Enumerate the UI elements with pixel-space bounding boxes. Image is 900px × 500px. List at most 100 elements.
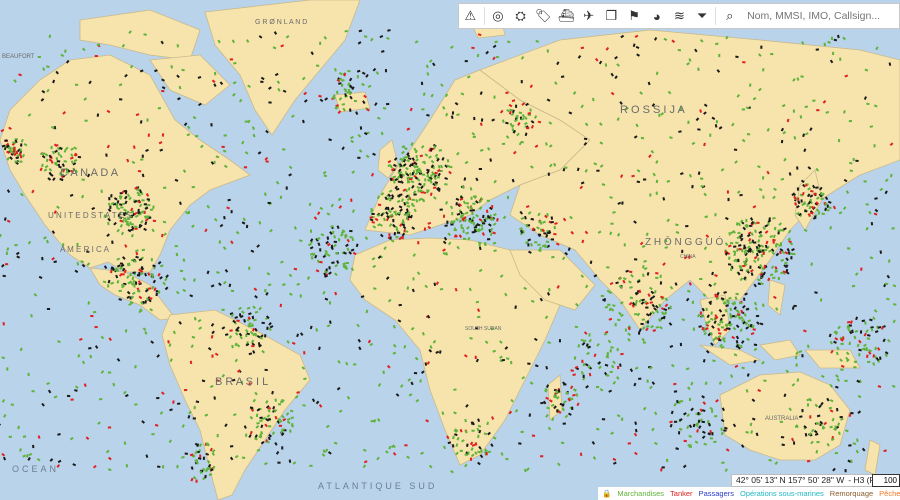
vessel-marker[interactable] [158, 290, 161, 294]
alert-icon[interactable]: ⚠ [459, 4, 482, 28]
vessel-marker[interactable] [50, 145, 53, 150]
vessel-marker[interactable] [285, 186, 288, 190]
vessel-marker[interactable] [595, 385, 600, 389]
vessel-marker[interactable] [417, 189, 420, 193]
vessel-marker[interactable] [455, 202, 458, 206]
vessel-marker[interactable] [84, 119, 88, 122]
vessel-marker[interactable] [705, 321, 708, 325]
vessel-marker[interactable] [147, 133, 151, 137]
vessel-marker[interactable] [540, 455, 544, 458]
vessel-marker[interactable] [421, 173, 426, 176]
vessel-marker[interactable] [831, 51, 835, 56]
vessel-marker[interactable] [75, 83, 79, 86]
vessel-marker[interactable] [555, 390, 558, 394]
vessel-marker[interactable] [472, 202, 476, 205]
vessel-marker[interactable] [133, 284, 136, 288]
vessel-marker[interactable] [763, 265, 766, 269]
vessel-marker[interactable] [529, 108, 532, 112]
tag-icon[interactable]: 🏷 [532, 4, 555, 28]
vessel-marker[interactable] [333, 240, 337, 244]
filter-icon[interactable]: ⏷ [691, 4, 714, 28]
vessel-marker[interactable] [624, 328, 628, 332]
vessel-marker[interactable] [277, 461, 281, 464]
vessel-marker[interactable] [515, 104, 518, 108]
vessel-marker[interactable] [582, 374, 585, 378]
vessel-marker[interactable] [315, 64, 320, 67]
vessel-marker[interactable] [634, 313, 638, 316]
vessel-marker[interactable] [607, 303, 611, 306]
vessel-marker[interactable] [349, 229, 353, 233]
vessel-marker[interactable] [433, 186, 437, 189]
vessel-marker[interactable] [692, 327, 696, 331]
vessel-marker[interactable] [415, 155, 418, 159]
vessel-marker[interactable] [387, 206, 390, 211]
vessel-marker[interactable] [633, 258, 638, 261]
vessel-marker[interactable] [459, 449, 463, 453]
vessel-marker[interactable] [605, 374, 610, 377]
vessel-marker[interactable] [12, 149, 16, 153]
vessel-marker[interactable] [777, 276, 780, 281]
vessel-marker[interactable] [779, 250, 782, 255]
vessel-marker[interactable] [473, 116, 476, 121]
vessel-marker[interactable] [848, 119, 853, 123]
vessel-marker[interactable] [264, 368, 268, 372]
vessel-marker[interactable] [743, 260, 747, 263]
vessel-marker[interactable] [417, 241, 420, 245]
vessel-marker[interactable] [359, 126, 363, 130]
vessel-marker[interactable] [433, 145, 436, 149]
vessel-marker[interactable] [14, 244, 18, 247]
vessel-marker[interactable] [121, 273, 125, 276]
vessel-marker[interactable] [547, 172, 550, 176]
vessel-marker[interactable] [230, 289, 235, 292]
vessel-marker[interactable] [761, 176, 765, 180]
vessel-marker[interactable] [816, 441, 820, 444]
vessel-marker[interactable] [700, 315, 705, 318]
vessel-marker[interactable] [436, 176, 440, 179]
vessel-marker[interactable] [274, 398, 277, 402]
vessel-marker[interactable] [879, 356, 882, 360]
vessel-marker[interactable] [866, 360, 871, 363]
vessel-marker[interactable] [184, 389, 188, 392]
vessel-marker[interactable] [229, 445, 234, 448]
vessel-marker[interactable] [614, 323, 617, 327]
vessel-marker[interactable] [261, 321, 265, 325]
vessel-marker[interactable] [371, 212, 375, 216]
vessel-marker[interactable] [6, 367, 9, 371]
vessel-marker[interactable] [858, 353, 861, 357]
vessel-marker[interactable] [442, 214, 446, 218]
vessel-marker[interactable] [800, 199, 803, 203]
flag-icon[interactable]: ⚑ [623, 4, 646, 28]
vessel-marker[interactable] [745, 218, 748, 223]
vessel-marker[interactable] [179, 269, 184, 273]
vessel-marker[interactable] [850, 411, 854, 415]
vessel-marker[interactable] [330, 225, 334, 228]
vessel-marker[interactable] [718, 53, 721, 58]
vessel-marker[interactable] [392, 218, 395, 223]
vessel-marker[interactable] [493, 95, 496, 99]
vessel-marker[interactable] [749, 265, 752, 269]
vessel-marker[interactable] [41, 256, 44, 261]
vessel-marker[interactable] [730, 267, 733, 271]
vessel-marker[interactable] [14, 160, 18, 163]
fleet-icon[interactable]: ⛭ [509, 4, 532, 28]
vessel-marker[interactable] [411, 198, 415, 202]
vessel-marker[interactable] [610, 222, 614, 225]
vessel-marker[interactable] [55, 144, 59, 147]
vessel-marker[interactable] [755, 314, 760, 318]
vessel-marker[interactable] [309, 464, 313, 467]
vessel-marker[interactable] [801, 408, 804, 413]
vessel-marker[interactable] [553, 225, 556, 230]
vessel-marker[interactable] [451, 211, 454, 216]
vessel-marker[interactable] [424, 178, 427, 182]
vessel-marker[interactable] [506, 195, 509, 200]
vessel-marker[interactable] [346, 91, 351, 94]
cluster-icon[interactable]: ◎ [487, 4, 510, 28]
vessel-marker[interactable] [398, 303, 402, 307]
vessel-marker[interactable] [121, 283, 125, 287]
plane-icon[interactable]: ✈ [577, 4, 600, 28]
vessel-marker[interactable] [855, 159, 859, 163]
vessel-marker[interactable] [727, 197, 730, 202]
vessel-marker[interactable] [278, 424, 283, 427]
vessel-marker[interactable] [230, 210, 233, 214]
vessel-marker[interactable] [125, 464, 128, 468]
